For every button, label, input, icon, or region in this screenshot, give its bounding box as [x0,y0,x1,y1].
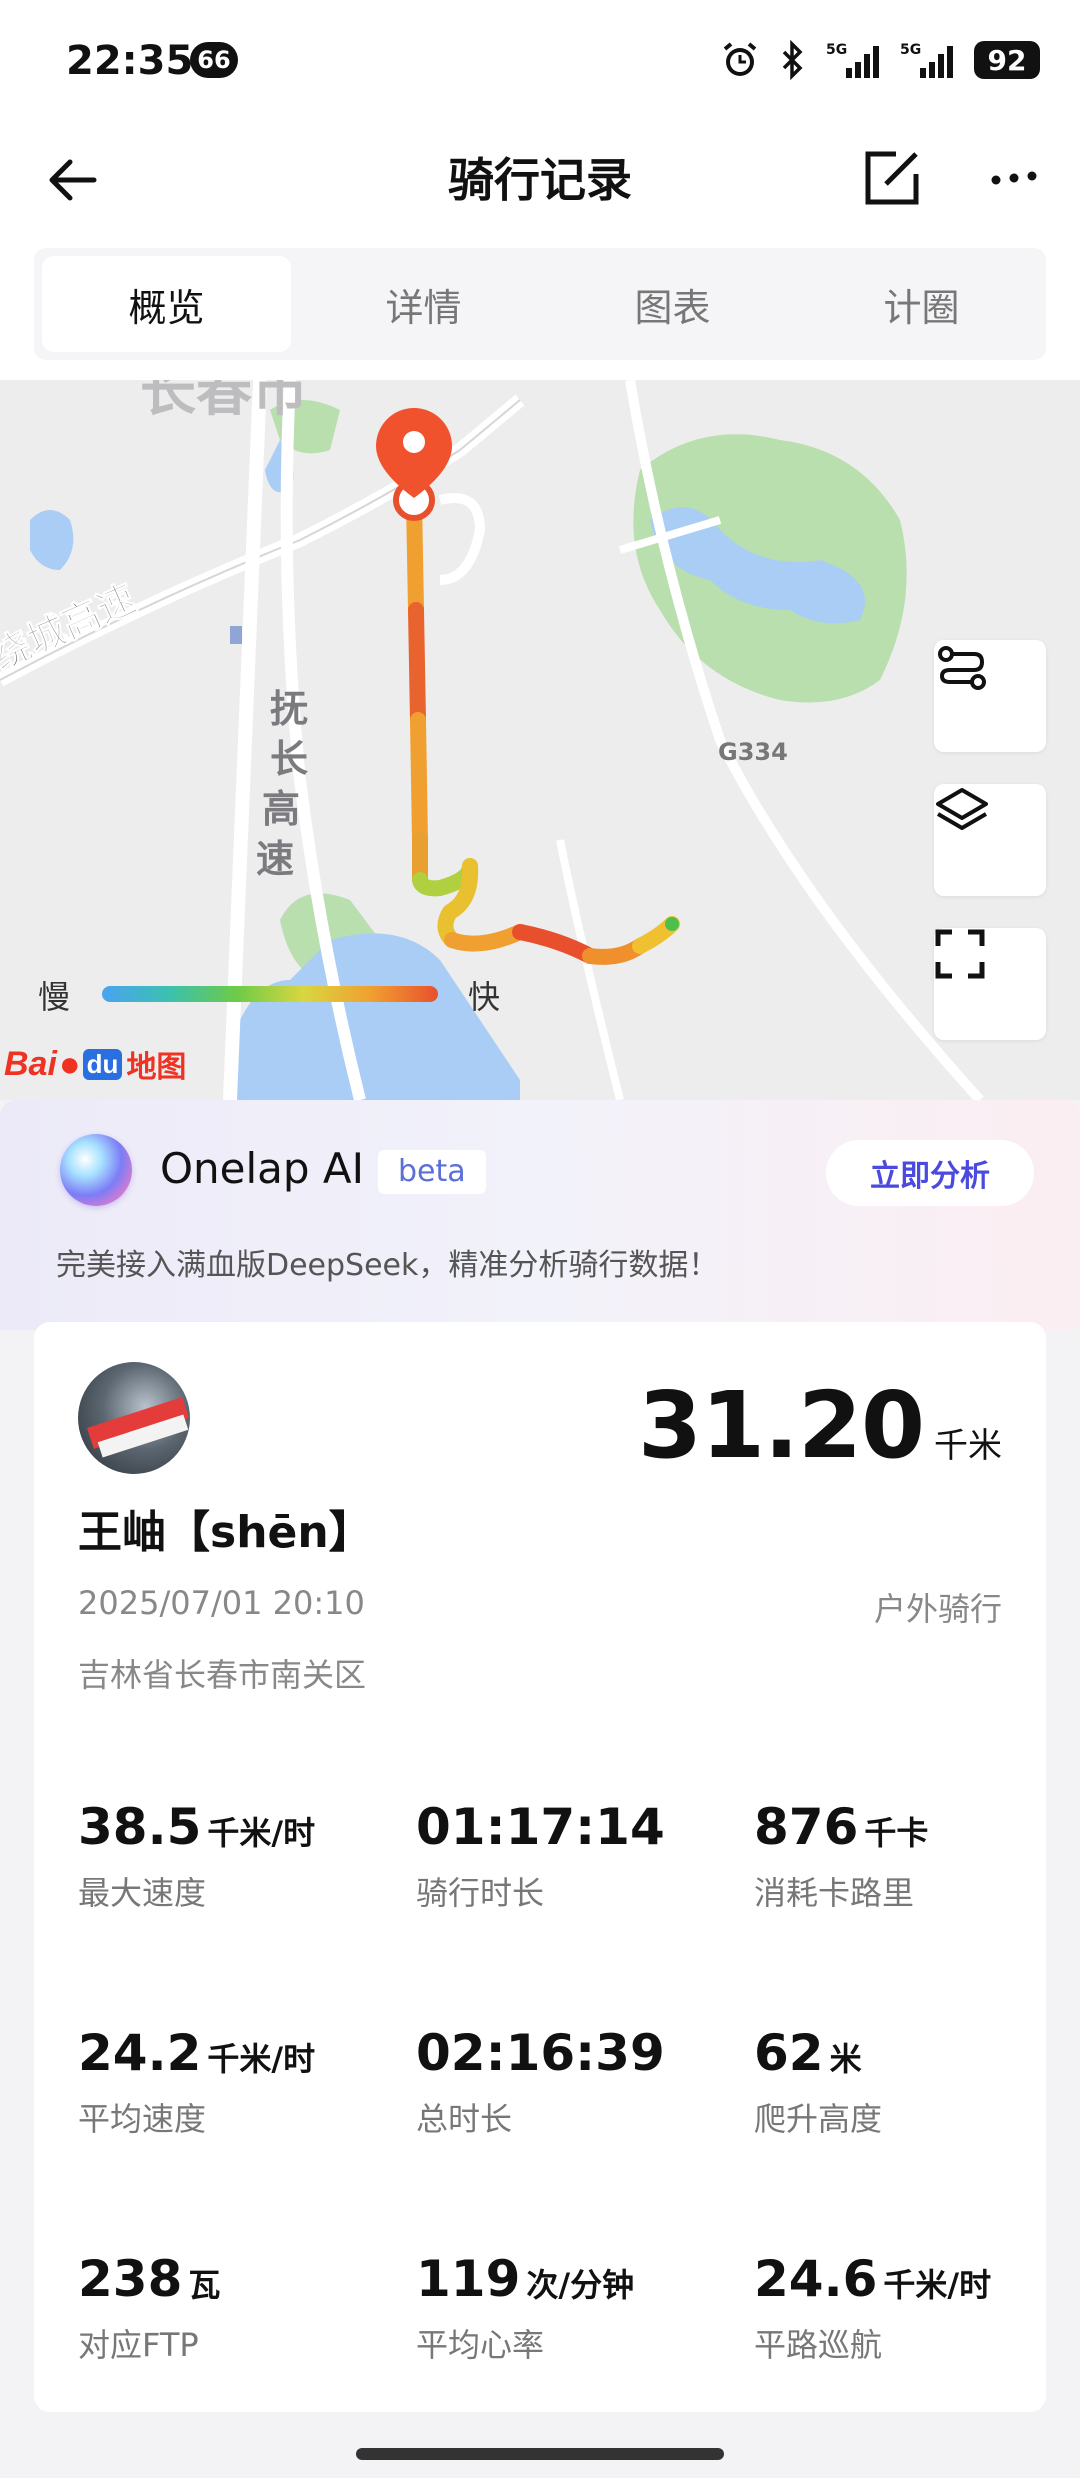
stat-unit: 次/分钟 [526,2266,635,2304]
distance-unit: 千米 [934,1426,1002,1466]
analyze-now-button[interactable]: 立即分析 [826,1140,1034,1206]
stat-elevation-gain: 62 米 爬升高度 [754,2024,1054,2140]
ride-location: 吉林省长春市南关区 [78,1656,367,1694]
signal-5g-label: 5G [900,42,921,58]
tab-overview[interactable]: 概览 [42,256,291,352]
more-options-button[interactable] [972,136,1056,220]
home-indicator[interactable] [356,2448,724,2460]
map-label-fuchang-4: 速 [256,837,294,881]
stat-avg-heart-rate: 119 次/分钟 平均心率 [416,2250,716,2366]
map-label-city: 长春市 [140,380,308,424]
edit-button[interactable] [850,136,934,220]
tab-laps[interactable]: 计圈 [797,248,1046,360]
stat-label: 平路巡航 [754,2326,883,2364]
stat-label: 总时长 [416,2100,513,2138]
baidu-map-logo: Bai ● du 地图 [4,1036,186,1092]
signal-5g-label: 5G [826,42,847,58]
map-label-fuchang-3: 高 [262,787,300,831]
back-button[interactable] [30,138,114,222]
route-end-marker [665,917,679,931]
tabs-bar: 概览 详情 图表 计圈 [0,240,1080,380]
map-label-fuchang-2: 长 [270,737,308,781]
username: 王岫【shēn】 [78,1507,373,1558]
segmented-tabs: 概览 详情 图表 计圈 [34,248,1046,360]
route-icon [938,646,986,690]
stat-max-speed: 38.5 千米/时 最大速度 [78,1798,378,1914]
signal-5g-icon: 5G [826,38,882,82]
avatar[interactable] [78,1362,190,1474]
route-map[interactable]: 长春市 绕城高速 抚 长 高 速 G334 慢 快 Bai ● du 地图 [0,380,1080,1100]
stat-label: 平均速度 [78,2100,207,2138]
speed-legend-fast: 快 [468,978,501,1016]
speed-legend-slow: 慢 [38,978,71,1016]
status-icons: 5G 5G 92 [720,36,1040,84]
paw-icon: ● [58,1043,81,1084]
stat-value: 01:17:14 [416,1798,665,1856]
layers-icon [936,788,988,830]
stat-unit: 千米/时 [883,2266,992,2304]
stat-value: 02:16:39 [416,2024,665,2082]
stat-calories: 876 千卡 消耗卡路里 [754,1798,1054,1914]
stat-value: 24.6 [754,2250,878,2308]
stat-value: 24.2 [78,2024,202,2082]
signal-5g-icon: 5G [900,38,956,82]
distance-value: 31.20 [637,1372,925,1479]
map-label-g334: G334 [718,738,788,766]
route-track [406,492,680,965]
stat-total-duration: 02:16:39 总时长 [416,2024,716,2140]
stat-unit: 千米/时 [207,1814,316,1852]
alarm-icon [720,38,760,82]
map-label-fuchang-1: 抚 [270,687,308,731]
stat-label: 最大速度 [78,1874,207,1912]
battery-indicator: 92 [974,41,1040,79]
tab-details[interactable]: 详情 [299,248,548,360]
stat-value: 238 [78,2250,183,2308]
bluetooth-icon [778,38,808,82]
edit-icon [865,151,919,205]
speed-legend-gradient [102,986,438,1002]
stat-unit: 千米/时 [207,2040,316,2078]
ai-description: 完美接入满血版DeepSeek，精准分析骑行数据！ [56,1248,719,1283]
stat-label: 平均心率 [416,2326,545,2364]
onelap-ai-logo-icon [60,1134,132,1206]
ride-datetime: 2025/07/01 20:10 [78,1584,365,1622]
stat-label: 骑行时长 [416,1874,545,1912]
map-label-ring-expressway: 绕城高速 [0,576,143,678]
stat-ftp: 238 瓦 对应FTP [78,2250,378,2366]
stat-flat-cruise: 24.6 千米/时 平路巡航 [754,2250,1054,2366]
baidu-logo-ditu: 地图 [126,1051,187,1084]
stat-unit: 千卡 [864,1814,929,1852]
ai-name: Onelap AI [160,1144,365,1193]
stat-value: 62 [754,2024,824,2082]
ride-summary-card: 31.20 千米 王岫【shēn】 2025/07/01 20:10 户外骑行 … [34,1322,1046,2412]
route-toggle-button[interactable] [934,640,1046,752]
pond-water [30,510,74,570]
stat-label: 对应FTP [78,2326,199,2364]
status-time: 22:35 [66,38,194,84]
fullscreen-button[interactable] [934,928,1046,1040]
stat-label: 爬升高度 [754,2100,883,2138]
beta-badge: beta [378,1150,486,1194]
more-dots-icon [991,171,1037,185]
tab-charts[interactable]: 图表 [548,248,797,360]
stat-avg-speed: 24.2 千米/时 平均速度 [78,2024,378,2140]
fullscreen-icon [935,929,985,979]
ai-banner: Onelap AI beta 立即分析 完美接入满血版DeepSeek，精准分析… [0,1100,1080,1330]
top-app-bar: 骑行记录 [0,120,1080,240]
stat-value: 876 [754,1798,859,1856]
stat-value: 38.5 [78,1798,202,1856]
distance: 31.20 千米 [638,1372,1002,1479]
baidu-logo-du: du [82,1048,123,1080]
stat-unit: 瓦 [188,2266,221,2304]
layers-button[interactable] [934,784,1046,896]
status-bar: 22:35 66 5G 5G 92 [0,0,1080,120]
stat-label: 消耗卡路里 [754,1874,915,1912]
ride-type: 户外骑行 [873,1590,1002,1628]
stat-value: 119 [416,2250,521,2308]
stat-unit: 米 [829,2040,862,2078]
arrow-left-icon [49,159,97,201]
stat-ride-duration: 01:17:14 骑行时长 [416,1798,716,1914]
notification-count-badge: 66 [190,42,238,78]
baidu-logo-bai: Bai [4,1044,57,1083]
